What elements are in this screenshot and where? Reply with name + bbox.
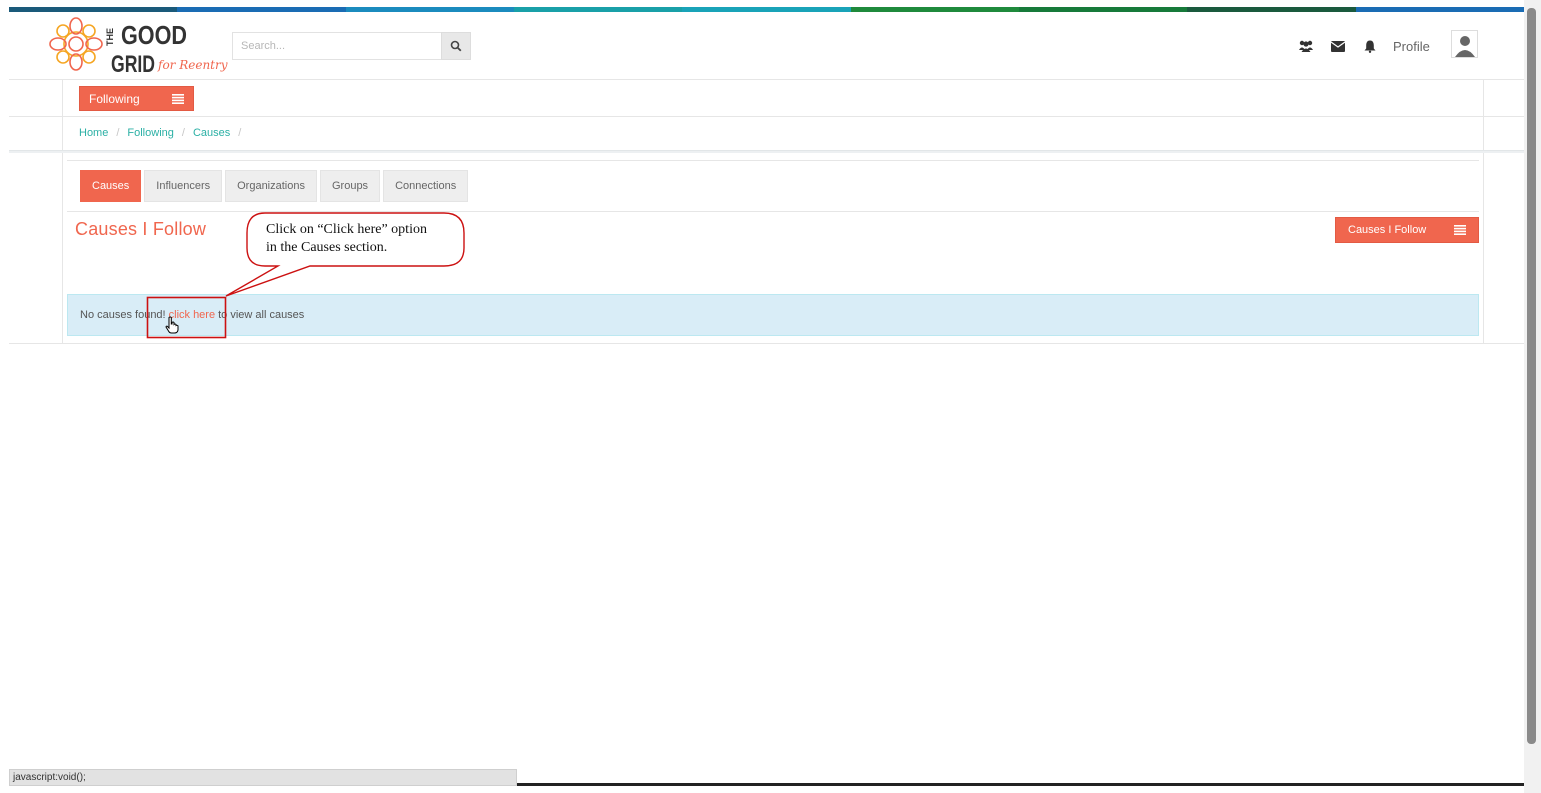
breadcrumb-following[interactable]: Following <box>127 127 173 139</box>
breadcrumb-separator: / <box>116 127 120 139</box>
logo-the: THE <box>105 28 115 46</box>
tab-causes[interactable]: Causes <box>80 170 142 202</box>
flower-mark <box>49 17 103 71</box>
breadcrumb-separator: / <box>238 127 242 139</box>
tab-groups[interactable]: Groups <box>319 170 381 202</box>
logo-tagline: for Reentry <box>157 58 228 72</box>
breadcrumb-causes[interactable]: Causes <box>193 127 230 139</box>
tab-organizations[interactable]: Organizations <box>225 170 317 202</box>
divider <box>9 150 1524 153</box>
callout-line-1: Click on “Click here” option <box>266 222 427 237</box>
breadcrumb-home[interactable]: Home <box>79 127 108 139</box>
browser-statusbar: javascript:void(); <box>9 769 517 786</box>
tab-connections[interactable]: Connections <box>383 170 469 202</box>
following-menu-label: Following <box>89 91 140 106</box>
divider <box>67 160 1479 161</box>
bell-icon[interactable] <box>1359 36 1381 56</box>
following-tabs: Causes Influencers Organizations Groups … <box>80 170 471 202</box>
content-left-border <box>62 80 63 344</box>
avatar[interactable] <box>1451 30 1478 58</box>
scrollbar-thumb[interactable] <box>1527 8 1536 744</box>
hand-pointer-icon <box>165 316 179 334</box>
search-button[interactable] <box>441 32 471 60</box>
hamburger-icon <box>172 93 184 104</box>
user-silhouette-icon <box>1454 36 1475 57</box>
causes-menu-label: Causes I Follow <box>1348 224 1427 236</box>
good-grid-logo[interactable]: THE GOOD GRID for Reentry <box>49 14 229 76</box>
callout-line-2: in the Causes section. <box>266 240 388 255</box>
breadcrumb: Home / Following / Causes / <box>79 127 249 139</box>
logo-grid: GRID <box>111 51 155 76</box>
hamburger-icon <box>1454 225 1466 235</box>
search-icon <box>450 40 462 52</box>
content-right-border <box>1483 80 1484 344</box>
tab-influencers[interactable]: Influencers <box>144 170 223 202</box>
callout-text: Click on “Click here” option in the Caus… <box>266 221 456 257</box>
highlight-box <box>146 296 227 339</box>
header-actions: Profile <box>1295 35 1430 57</box>
divider <box>9 116 1524 117</box>
breadcrumb-separator: / <box>181 127 185 139</box>
taskbar-edge <box>517 783 1524 786</box>
users-icon[interactable] <box>1295 36 1317 56</box>
search-input[interactable] <box>232 32 441 60</box>
profile-link[interactable]: Profile <box>1393 39 1430 54</box>
following-menu-button[interactable]: Following <box>79 86 194 111</box>
causes-menu-button[interactable]: Causes I Follow <box>1335 217 1479 243</box>
site-header: THE GOOD GRID for Reentry Search... Prof… <box>9 12 1524 80</box>
logo-good: GOOD <box>121 20 187 50</box>
envelope-icon[interactable] <box>1327 36 1349 56</box>
search-box <box>232 32 471 60</box>
